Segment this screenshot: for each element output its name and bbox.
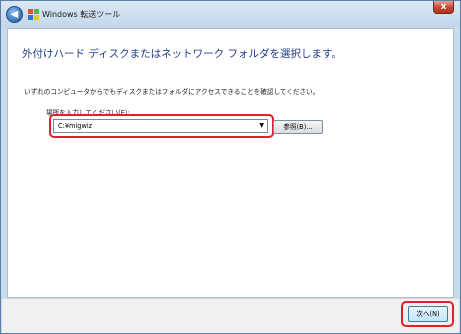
- browse-button[interactable]: 参照(B)...: [273, 120, 323, 134]
- next-highlight-frame: [401, 301, 454, 327]
- wizard-footer: [2, 298, 459, 333]
- location-highlight-frame: [49, 114, 274, 138]
- transfer-wizard-window: ◀ Windows 転送ツール x 外付けハード ディスクまたはネットワーク フ…: [0, 0, 461, 334]
- page-heading: 外付けハード ディスクまたはネットワーク フォルダを選択します。: [22, 48, 342, 60]
- close-button[interactable]: x: [433, 1, 454, 14]
- back-button[interactable]: ◀: [6, 6, 23, 23]
- title-bar: ◀ Windows 転送ツール x: [1, 1, 460, 28]
- wizard-content-panel: 外付けハード ディスクまたはネットワーク フォルダを選択します。 いずれのコンピ…: [7, 28, 454, 298]
- windows-transfer-app-icon: [28, 9, 39, 20]
- page-description: いずれのコンピュータからでもディスクまたはフォルダにアクセスできることを確認して…: [24, 88, 320, 96]
- window-title: Windows 転送ツール: [42, 10, 121, 19]
- back-arrow-icon: ◀: [10, 9, 19, 20]
